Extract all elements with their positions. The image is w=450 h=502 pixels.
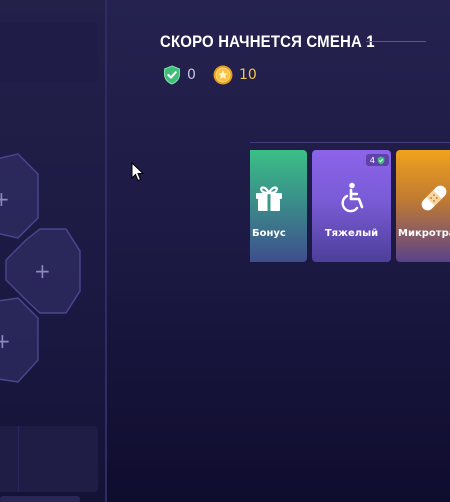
hex-slot-3[interactable]: + bbox=[0, 297, 39, 383]
wheelchair-icon-wrap bbox=[338, 180, 366, 216]
bandage-icon bbox=[421, 185, 447, 211]
plus-icon: + bbox=[34, 259, 51, 283]
mouse-cursor-icon bbox=[131, 162, 145, 182]
coin-stat: 10 bbox=[213, 65, 257, 85]
card-badge: 4 bbox=[365, 154, 389, 166]
card-micro[interactable]: Микротра bbox=[396, 150, 450, 262]
plus-icon: + bbox=[0, 187, 10, 211]
coin-count: 10 bbox=[239, 67, 257, 83]
hex-slots: + + + bbox=[0, 153, 81, 383]
slot-divider bbox=[18, 426, 19, 492]
shield-check-icon bbox=[164, 65, 180, 85]
shift-title: СКОРО НАЧНЕТСЯ СМЕНА 1 bbox=[160, 32, 375, 51]
bandage-icon-wrap bbox=[418, 180, 450, 216]
plus-icon: + bbox=[0, 329, 11, 353]
card-heavy[interactable]: 4 Тяжелый bbox=[312, 150, 391, 262]
gift-icon-wrap bbox=[253, 180, 285, 216]
wheelchair-icon bbox=[340, 182, 363, 213]
card-bonus[interactable]: Бонус bbox=[250, 150, 307, 262]
gift-icon bbox=[256, 186, 282, 211]
badge-count: 4 bbox=[369, 155, 375, 165]
bottom-strip bbox=[0, 496, 80, 502]
card-label: Тяжелый bbox=[324, 228, 379, 239]
hex-slot-1[interactable]: + bbox=[0, 153, 39, 239]
cards-separator bbox=[250, 142, 450, 143]
title-underline bbox=[366, 41, 426, 42]
shield-count: 0 bbox=[187, 67, 196, 83]
bottom-slot bbox=[0, 426, 98, 492]
coin-icon bbox=[213, 65, 233, 85]
card-label: Микротра bbox=[398, 228, 450, 239]
panel-divider bbox=[105, 0, 107, 502]
shield-check-icon bbox=[377, 156, 385, 164]
card-label: Бонус bbox=[252, 228, 286, 239]
shield-stat: 0 bbox=[163, 65, 196, 85]
